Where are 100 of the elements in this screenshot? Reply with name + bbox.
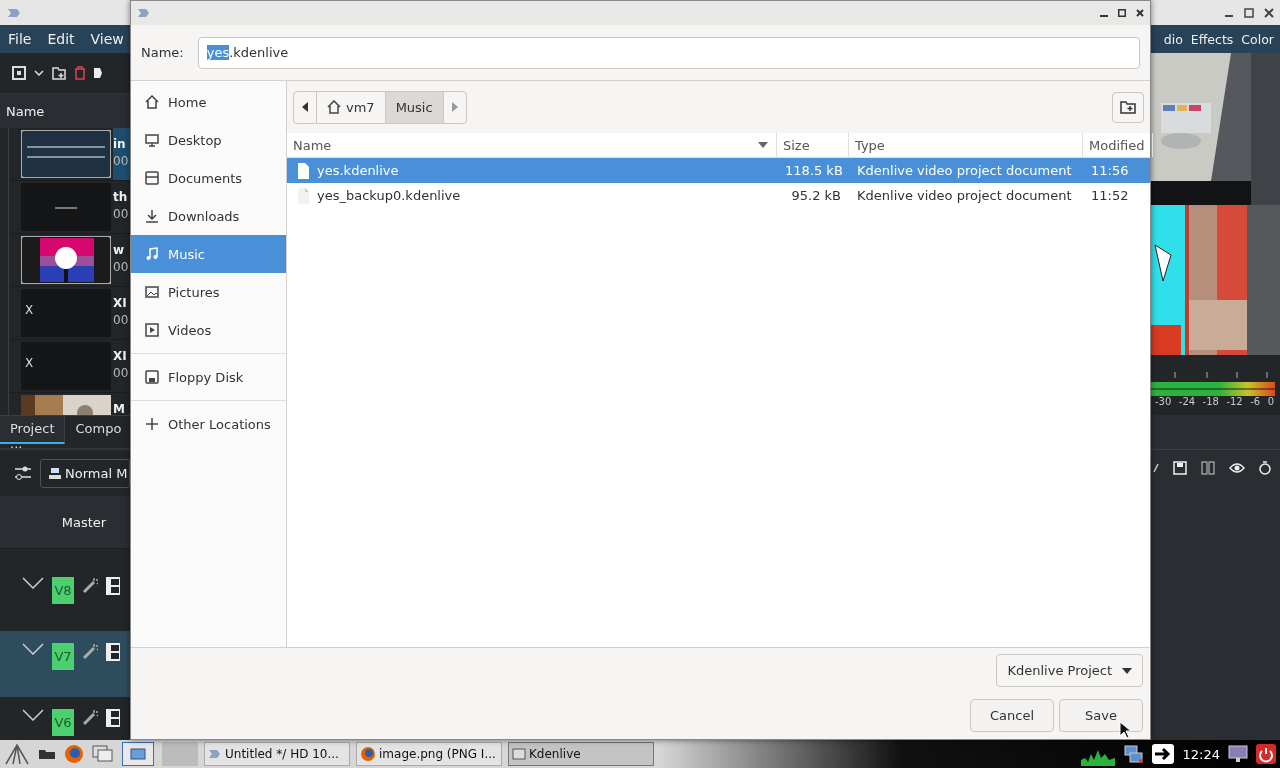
forward-arrow-icon <box>451 102 458 112</box>
sidebar-item[interactable]: Other Locations <box>131 405 286 443</box>
sidebar-item[interactable]: Floppy Disk <box>131 358 286 396</box>
blend-mode-icon <box>49 467 61 479</box>
monitor-icon <box>145 133 159 147</box>
logout-icon[interactable] <box>1150 743 1175 765</box>
menu-item[interactable]: File <box>0 31 40 47</box>
close-icon[interactable] <box>1136 9 1144 17</box>
file-size: 95.2 kB <box>790 188 842 203</box>
clip-name: XI <box>113 295 128 312</box>
meter-tick: -12 <box>1226 396 1243 407</box>
edit-icon[interactable] <box>1153 463 1159 473</box>
tag-icon[interactable] <box>94 66 102 80</box>
meter-tick: -24 <box>1178 396 1196 407</box>
film-icon[interactable] <box>106 643 120 661</box>
split-view-icon[interactable] <box>1201 461 1215 475</box>
taskbar-button[interactable]: image.png (PNG I... <box>356 742 502 766</box>
sidebar-item[interactable]: Documents <box>131 159 286 197</box>
sidebar-item[interactable]: Desktop <box>131 121 286 159</box>
menu-item[interactable]: dio <box>1163 31 1183 47</box>
browser-icon <box>360 746 376 762</box>
column-header: Name <box>6 103 45 119</box>
home-icon <box>327 100 341 114</box>
column-header[interactable]: Modified <box>1083 133 1154 157</box>
taskbar-button[interactable]: Kdenlive <box>508 742 654 766</box>
folder-icon[interactable] <box>38 748 56 760</box>
track-label[interactable]: V6 <box>52 709 74 736</box>
composition-dropdown[interactable]: Normal M <box>40 458 130 488</box>
meter-tick: -6 <box>1250 396 1261 407</box>
dropdown-icon[interactable] <box>34 70 44 76</box>
clip-icon[interactable] <box>12 66 26 80</box>
save-button[interactable]: Save <box>1059 699 1143 732</box>
clip-duration: 00 <box>113 153 129 170</box>
sidebar-item[interactable]: Home <box>131 83 286 121</box>
window-icon <box>512 748 526 760</box>
meter-tick: 0 <box>1267 396 1274 407</box>
maximize-icon[interactable] <box>1118 9 1126 17</box>
timer-icon[interactable] <box>1259 461 1271 475</box>
file-name-field[interactable]: yes.kdenlive <box>197 36 1140 69</box>
collapse-icon[interactable] <box>22 643 44 655</box>
file-type: Kdenlive video project document <box>856 188 1073 203</box>
plus-icon <box>145 417 159 431</box>
browser-icon[interactable] <box>64 744 84 764</box>
track-label[interactable]: V8 <box>52 577 74 604</box>
sidebar-item[interactable]: Videos <box>131 311 286 349</box>
placeholder-label: X <box>25 356 34 370</box>
music-note-icon <box>145 247 159 261</box>
desktop-icon <box>130 748 146 760</box>
app-icon <box>137 7 151 19</box>
menu-item[interactable]: Edit <box>39 31 83 47</box>
column-header[interactable]: Type <box>849 133 1083 157</box>
show-desktop-button[interactable] <box>122 742 154 766</box>
menu-item[interactable]: View <box>82 31 132 47</box>
maximize-icon[interactable] <box>1244 7 1254 18</box>
eye-icon[interactable] <box>1229 462 1245 474</box>
file-type: Kdenlive video project document <box>856 163 1073 178</box>
file-modified: 11:52 <box>1090 188 1130 203</box>
film-icon[interactable] <box>106 577 120 595</box>
file-type-dropdown[interactable]: Kdenlive Project <box>996 654 1143 687</box>
add-folder-icon <box>1120 100 1136 114</box>
clip-name: in <box>113 136 127 153</box>
sidebar-item[interactable]: Pictures <box>131 273 286 311</box>
play-icon <box>145 323 159 337</box>
clip-duration: 00 <box>113 259 129 276</box>
collapse-icon[interactable] <box>22 577 44 589</box>
back-arrow-icon <box>302 102 308 112</box>
new-folder-button[interactable] <box>1112 91 1144 123</box>
taskbar-button[interactable]: Untitled */ HD 10... <box>204 742 350 766</box>
film-icon[interactable] <box>106 709 120 727</box>
effects-wand-icon[interactable] <box>82 577 98 593</box>
cancel-button[interactable]: Cancel <box>970 699 1054 732</box>
close-icon[interactable] <box>1264 7 1274 18</box>
download-icon <box>145 209 159 223</box>
add-folder-icon[interactable] <box>52 66 66 80</box>
mixer-settings-icon[interactable] <box>14 465 32 481</box>
windows-icon[interactable] <box>92 745 114 763</box>
image-icon <box>145 285 159 299</box>
clip-name: XI <box>113 348 128 365</box>
delete-icon[interactable] <box>74 66 86 80</box>
menu-item[interactable]: Color <box>1241 31 1274 47</box>
display-icon[interactable] <box>1228 745 1248 763</box>
file-modified: 11:56 <box>1090 163 1130 178</box>
effects-wand-icon[interactable] <box>82 643 98 659</box>
column-header[interactable]: Size <box>777 133 849 157</box>
save-icon[interactable] <box>1173 461 1187 475</box>
menu-item[interactable]: Effects <box>1190 31 1234 47</box>
sort-arrow-icon <box>758 142 768 148</box>
clock[interactable]: 12:24 <box>1182 746 1220 762</box>
sidebar-item[interactable]: Downloads <box>131 197 286 235</box>
clip-duration: 00 <box>113 206 129 223</box>
path-button[interactable]: vm7 <box>317 91 386 123</box>
start-menu-icon[interactable] <box>4 743 30 765</box>
collapse-icon[interactable] <box>22 709 44 721</box>
path-button[interactable]: Music <box>385 91 444 123</box>
track-label[interactable]: V7 <box>52 643 74 670</box>
effects-wand-icon[interactable] <box>82 709 98 725</box>
meter-tick: -18 <box>1202 396 1219 407</box>
column-header[interactable]: Name <box>287 133 777 157</box>
power-icon[interactable] <box>1256 744 1276 764</box>
network-icon[interactable] <box>1122 745 1143 763</box>
